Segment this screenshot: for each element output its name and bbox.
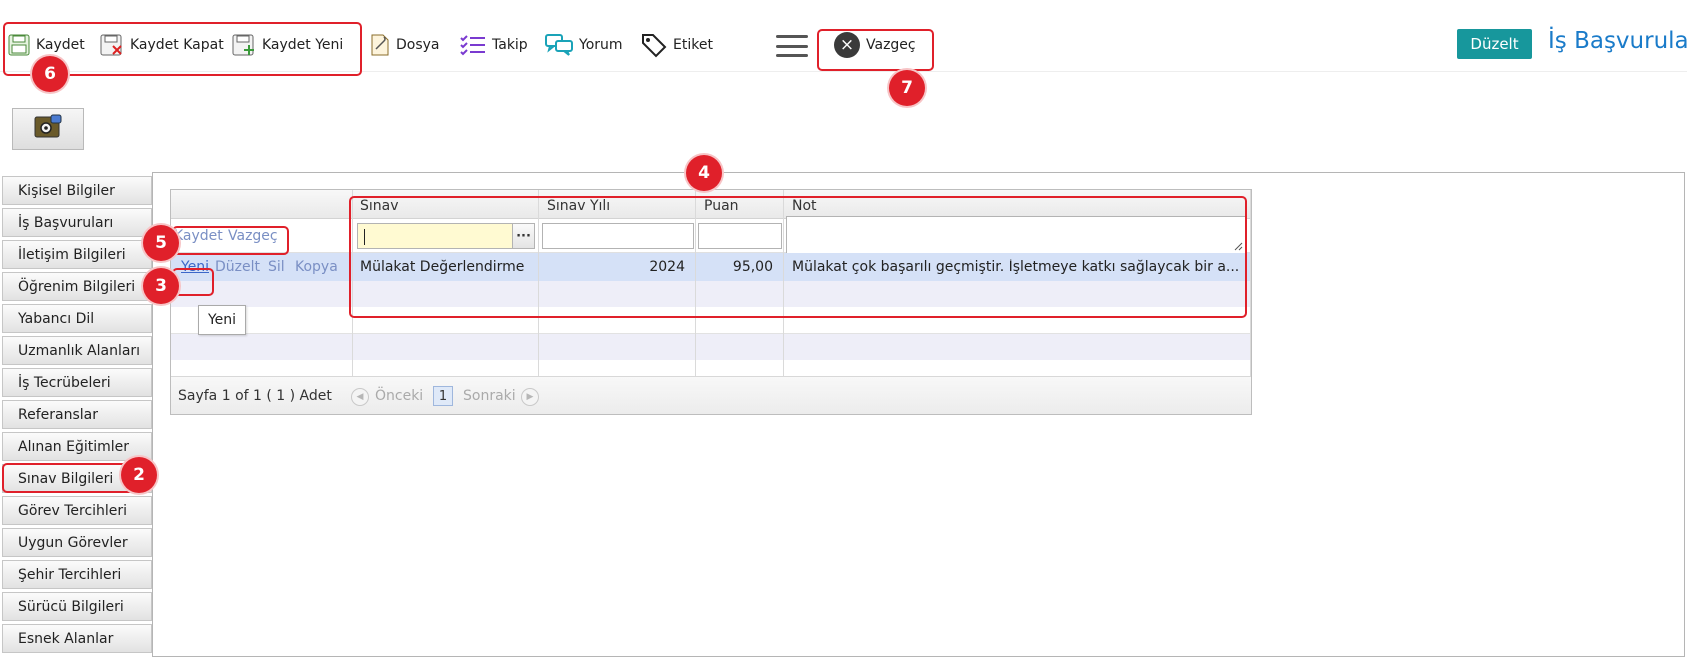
step-badge-6: 6	[32, 56, 68, 92]
checklist-icon	[460, 34, 486, 56]
tooltip-yeni: Yeni	[198, 305, 246, 335]
column-divider	[783, 190, 784, 376]
save-icon	[8, 34, 30, 56]
row-kopya-link[interactable]: Kopya	[295, 259, 338, 275]
sidebar-item-surucu-bilgileri[interactable]: Sürücü Bilgileri	[2, 592, 152, 621]
yorum-label: Yorum	[579, 37, 623, 53]
menu-icon[interactable]	[776, 35, 808, 57]
save-close-icon	[100, 34, 124, 56]
etiket-label: Etiket	[673, 37, 713, 53]
cell-not: Mülakat çok başarılı geçmiştir. İşletmey…	[792, 259, 1240, 275]
edit-row: Kaydet Vazgeç ···	[171, 216, 1251, 254]
cell-sinav-yili: 2024	[649, 259, 685, 275]
column-divider	[352, 190, 353, 376]
sidebar-item-kisisel-bilgiler[interactable]: Kişisel Bilgiler	[2, 176, 152, 205]
vazgec-label: Vazgeç	[866, 37, 916, 53]
etiket-button[interactable]: Etiket	[641, 30, 713, 60]
column-divider	[1250, 190, 1251, 376]
text-caret	[364, 229, 365, 245]
sidebar-item-sehir-tercihleri[interactable]: Şehir Tercihleri	[2, 560, 152, 589]
dosya-label: Dosya	[396, 37, 440, 53]
save-new-icon	[232, 34, 256, 56]
empty-row	[171, 334, 1251, 360]
sidebar-item-uygun-gorevler[interactable]: Uygun Görevler	[2, 528, 152, 557]
close-icon: ×	[834, 32, 860, 58]
step-badge-4: 4	[686, 155, 722, 191]
file-attach-icon	[370, 33, 390, 57]
kaydet-label: Kaydet	[36, 37, 85, 53]
sidebar-item-is-basvurulari[interactable]: İş Başvuruları	[2, 208, 152, 237]
column-divider	[695, 190, 696, 376]
row-sil-link[interactable]: Sil	[268, 259, 285, 275]
takip-label: Takip	[492, 37, 528, 53]
grid-header: Sınav Sınav Yılı Puan Not	[171, 190, 1251, 219]
vazgec-button[interactable]: × Vazgeç	[834, 30, 916, 60]
edit-vazgec-link[interactable]: Vazgeç	[228, 228, 278, 244]
edit-kaydet-link[interactable]: Kaydet	[174, 228, 223, 244]
empty-row	[171, 307, 1251, 334]
empty-row	[171, 281, 1251, 307]
kaydet-kapat-button[interactable]: Kaydet Kapat	[100, 30, 224, 60]
takip-button[interactable]: Takip	[460, 30, 528, 60]
exam-grid: Sınav Sınav Yılı Puan Not Kaydet Vazgeç …	[170, 189, 1252, 415]
sinav-lookup-button[interactable]: ···	[512, 224, 534, 248]
sidebar-item-alinan-egitimler[interactable]: Alınan Eğitimler	[2, 432, 152, 461]
row-yeni-link[interactable]: Yeni	[181, 259, 209, 275]
pager-summary: Sayfa 1 of 1 ( 1 ) Adet	[178, 388, 332, 404]
settings-button[interactable]	[12, 108, 84, 150]
column-header-puan[interactable]: Puan	[704, 198, 739, 214]
sidebar-item-gorev-tercihleri[interactable]: Görev Tercihleri	[2, 496, 152, 525]
sidebar-item-uzmanlik-alanlari[interactable]: Uzmanlık Alanları	[2, 336, 152, 365]
page-title: İş Başvuruları	[1548, 28, 1687, 54]
page-number-button[interactable]: 1	[433, 386, 453, 406]
sidebar-item-ogrenim-bilgileri[interactable]: Öğrenim Bilgileri	[2, 272, 152, 301]
not-textarea[interactable]	[786, 216, 1246, 254]
comment-icon	[545, 33, 573, 57]
table-row[interactable]: Yeni Düzelt Sil Kopya Mülakat Değerlendi…	[171, 253, 1251, 281]
cell-puan: 95,00	[732, 259, 773, 275]
toolbar: Kaydet Kaydet Kapat Kaydet Yeni Dosya Ta…	[0, 0, 1687, 72]
kaydet-yeni-button[interactable]: Kaydet Yeni	[232, 30, 343, 60]
cell-sinav: Mülakat Değerlendirme	[360, 259, 525, 275]
prev-page-link[interactable]: Önceki	[375, 388, 423, 404]
sidebar-item-referanslar[interactable]: Referanslar	[2, 400, 152, 429]
prev-page-icon[interactable]: ◀	[351, 388, 369, 406]
column-header-sinav-yili[interactable]: Sınav Yılı	[547, 198, 610, 214]
sinav-input[interactable]: ···	[357, 223, 535, 249]
resize-handle-icon[interactable]	[1234, 242, 1243, 251]
step-badge-2: 2	[121, 457, 157, 493]
next-page-icon[interactable]: ▶	[521, 388, 539, 406]
next-page-link[interactable]: Sonraki	[463, 388, 516, 404]
sidebar-item-is-tecrubeleri[interactable]: İş Tecrübeleri	[2, 368, 152, 397]
sidebar-item-esnek-alanlar[interactable]: Esnek Alanlar	[2, 624, 152, 653]
kaydet-kapat-label: Kaydet Kapat	[130, 37, 224, 53]
sidebar-item-yabanci-dil[interactable]: Yabancı Dil	[2, 304, 152, 333]
column-header-sinav[interactable]: Sınav	[360, 198, 399, 214]
gear-icon	[33, 114, 63, 144]
step-badge-5: 5	[143, 225, 179, 261]
column-divider	[538, 190, 539, 376]
row-duzelt-link[interactable]: Düzelt	[215, 259, 260, 275]
sinav-yili-input[interactable]	[542, 223, 694, 249]
pager: Sayfa 1 of 1 ( 1 ) Adet ◀ Önceki 1 Sonra…	[171, 376, 1251, 414]
tag-icon	[641, 32, 667, 58]
step-badge-3: 3	[143, 268, 179, 304]
dosya-button[interactable]: Dosya	[370, 30, 440, 60]
sidebar-item-iletisim-bilgileri[interactable]: İletişim Bilgileri	[2, 240, 152, 269]
step-badge-7: 7	[889, 70, 925, 106]
kaydet-yeni-label: Kaydet Yeni	[262, 37, 344, 53]
puan-input[interactable]	[698, 223, 782, 249]
duzelt-button[interactable]: Düzelt	[1457, 29, 1532, 59]
yorum-button[interactable]: Yorum	[545, 30, 623, 60]
column-header-not[interactable]: Not	[792, 198, 817, 214]
